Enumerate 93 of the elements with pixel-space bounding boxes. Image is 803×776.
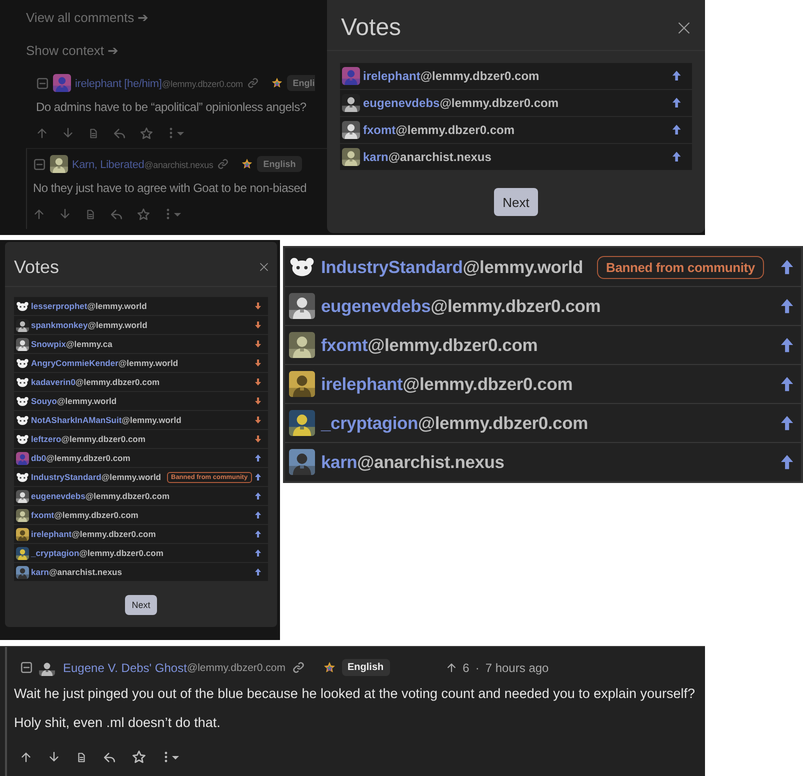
voter-name[interactable]: kadaverin0@lemmy.dbzer0.com bbox=[31, 377, 160, 387]
language-badge: English bbox=[342, 659, 390, 676]
comment-text: Do admins have to be “apolitical” opinionless angels? bbox=[36, 100, 306, 114]
voter-row[interactable]: Souyo@lemmy.world bbox=[14, 392, 268, 410]
document-icon[interactable] bbox=[76, 752, 87, 762]
voter-row[interactable]: db0@lemmy.dbzer0.com bbox=[14, 449, 268, 467]
voter-row[interactable]: leftzero@lemmy.dbzer0.com bbox=[14, 430, 268, 448]
more-icon[interactable] bbox=[162, 750, 182, 764]
score: 6 bbox=[462, 660, 470, 674]
upvote-icon[interactable] bbox=[20, 751, 32, 763]
mascot-icon bbox=[16, 394, 29, 408]
voter-row[interactable]: irelephant@lemmy.dbzer0.com bbox=[340, 63, 692, 89]
voter-row[interactable]: fxomt@lemmy.dbzer0.com bbox=[14, 506, 268, 524]
voter-name[interactable]: leftzero@lemmy.dbzer0.com bbox=[31, 434, 146, 444]
voter-name[interactable]: fxomt@lemmy.dbzer0.com bbox=[321, 334, 538, 356]
voter-name[interactable]: karn@anarchist.nexus bbox=[321, 452, 504, 472]
voter-name[interactable]: Snowpix@lemmy.ca bbox=[31, 339, 112, 349]
mascot-icon bbox=[16, 432, 29, 446]
comment-author[interactable]: Eugene V. Debs' Ghost bbox=[61, 660, 187, 674]
upvote-icon[interactable] bbox=[446, 662, 457, 673]
star-icon[interactable] bbox=[137, 208, 150, 220]
timestamp: 7 hours ago bbox=[485, 660, 549, 674]
voter-name[interactable]: AngryCommieKender@lemmy.world bbox=[31, 358, 178, 368]
mascot-icon bbox=[16, 376, 29, 388]
rainbow-star-icon bbox=[322, 661, 336, 674]
voter-row[interactable]: kadaverin0@lemmy.dbzer0.com bbox=[14, 373, 268, 391]
mascot-icon bbox=[16, 470, 29, 484]
next-button[interactable]: Next bbox=[494, 188, 538, 216]
voter-name[interactable]: karn@anarchist.nexus bbox=[363, 150, 492, 164]
comment-text: Holy shit, even .ml doesn’t do that. bbox=[14, 715, 222, 730]
star-icon[interactable] bbox=[132, 750, 146, 764]
author-instance: @lemmy.dbzer0.com bbox=[186, 662, 286, 674]
mascot-icon bbox=[16, 356, 29, 370]
comment-text: Wait he just pinged you out of the blue because he looked at the voting count and needed you to explain yourself? bbox=[14, 686, 696, 701]
link-icon[interactable] bbox=[217, 158, 230, 170]
voter-name[interactable]: spankmonkey@lemmy.world bbox=[31, 320, 148, 330]
voter-name[interactable]: fxomt@lemmy.dbzer0.com bbox=[363, 123, 515, 137]
mascot-icon bbox=[16, 414, 29, 426]
voter-row[interactable]: fxomt@lemmy.dbzer0.com bbox=[340, 117, 692, 143]
voter-name[interactable]: eugenevdebs@lemmy.dbzer0.com bbox=[363, 96, 559, 110]
dialog-title: Votes bbox=[14, 256, 60, 278]
voter-row[interactable]: eugenevdebs@lemmy.dbzer0.com bbox=[14, 487, 268, 505]
voter-name[interactable]: _cryptagion@lemmy.dbzer0.com bbox=[31, 548, 164, 558]
separator: · bbox=[475, 660, 480, 674]
voter-row[interactable]: spankmonkey@lemmy.world bbox=[14, 316, 268, 334]
voter-row[interactable]: IndustryStandard@lemmy.world Banned from community bbox=[285, 248, 801, 286]
voter-name[interactable]: irelephant@lemmy.dbzer0.com bbox=[31, 529, 156, 539]
voter-name[interactable]: eugenevdebs@lemmy.dbzer0.com bbox=[31, 491, 170, 501]
voter-row[interactable]: karn@anarchist.nexus bbox=[285, 443, 801, 481]
voter-row[interactable]: karn@anarchist.nexus bbox=[14, 563, 268, 581]
voter-row[interactable]: NotASharkInAManSuit@lemmy.world bbox=[14, 411, 268, 429]
comment-text: No they just have to agree with Goat to be non-biased bbox=[33, 181, 307, 195]
dialog-title: Votes bbox=[341, 14, 402, 42]
voter-row[interactable]: _cryptagion@lemmy.dbzer0.com bbox=[14, 544, 268, 562]
rainbow-star-icon bbox=[241, 158, 254, 170]
voter-row[interactable]: irelephant@lemmy.dbzer0.com bbox=[285, 365, 801, 403]
banned-badge: Banned from community bbox=[597, 256, 764, 278]
reply-icon[interactable] bbox=[103, 750, 116, 764]
voter-name[interactable]: _cryptagion@lemmy.dbzer0.com bbox=[321, 412, 588, 434]
star-icon[interactable] bbox=[140, 126, 153, 140]
voter-name[interactable]: fxomt@lemmy.dbzer0.com bbox=[31, 510, 138, 520]
voter-name[interactable]: Souyo@lemmy.world bbox=[31, 396, 117, 406]
close-button[interactable] bbox=[259, 262, 269, 272]
language-badge: Engli bbox=[286, 75, 315, 91]
voter-row[interactable]: AngryCommieKender@lemmy.world bbox=[14, 354, 268, 372]
mascot-icon bbox=[16, 300, 29, 312]
voter-row[interactable]: Snowpix@lemmy.ca bbox=[14, 335, 268, 353]
voter-name[interactable]: irelephant@lemmy.dbzer0.com bbox=[363, 69, 540, 83]
next-button[interactable]: Next bbox=[125, 595, 157, 615]
link-icon[interactable] bbox=[246, 77, 259, 89]
link-icon[interactable] bbox=[292, 661, 305, 674]
voter-row[interactable]: eugenevdebs@lemmy.dbzer0.com bbox=[340, 90, 692, 116]
collapse-icon[interactable] bbox=[20, 661, 33, 674]
voter-row[interactable]: irelephant@lemmy.dbzer0.com bbox=[14, 525, 268, 543]
collapse-icon[interactable] bbox=[33, 158, 46, 170]
voter-row[interactable]: karn@anarchist.nexus bbox=[340, 144, 692, 170]
close-button[interactable] bbox=[677, 21, 691, 35]
downvote-icon[interactable] bbox=[48, 751, 60, 763]
rainbow-star-icon bbox=[270, 77, 283, 89]
voter-name[interactable]: irelephant@lemmy.dbzer0.com bbox=[321, 374, 573, 394]
voter-name[interactable]: lesserprophet@lemmy.world bbox=[31, 301, 147, 311]
voter-name[interactable]: eugenevdebs@lemmy.dbzer0.com bbox=[321, 296, 601, 316]
voter-name[interactable]: karn@anarchist.nexus bbox=[31, 567, 122, 577]
voter-row[interactable]: eugenevdebs@lemmy.dbzer0.com bbox=[285, 287, 801, 325]
voter-name[interactable]: IndustryStandard@lemmy.world bbox=[31, 472, 161, 482]
collapse-icon[interactable] bbox=[36, 76, 49, 90]
voter-row[interactable]: lesserprophet@lemmy.world bbox=[14, 297, 268, 315]
language-badge: English bbox=[257, 156, 302, 172]
voter-name[interactable]: db0@lemmy.dbzer0.com bbox=[31, 453, 130, 463]
voter-row[interactable]: _cryptagion@lemmy.dbzer0.com bbox=[285, 404, 801, 442]
voter-row[interactable]: fxomt@lemmy.dbzer0.com bbox=[285, 326, 801, 364]
voter-name[interactable]: IndustryStandard@lemmy.world bbox=[321, 256, 584, 278]
voter-name[interactable]: NotASharkInAManSuit@lemmy.world bbox=[31, 415, 182, 425]
